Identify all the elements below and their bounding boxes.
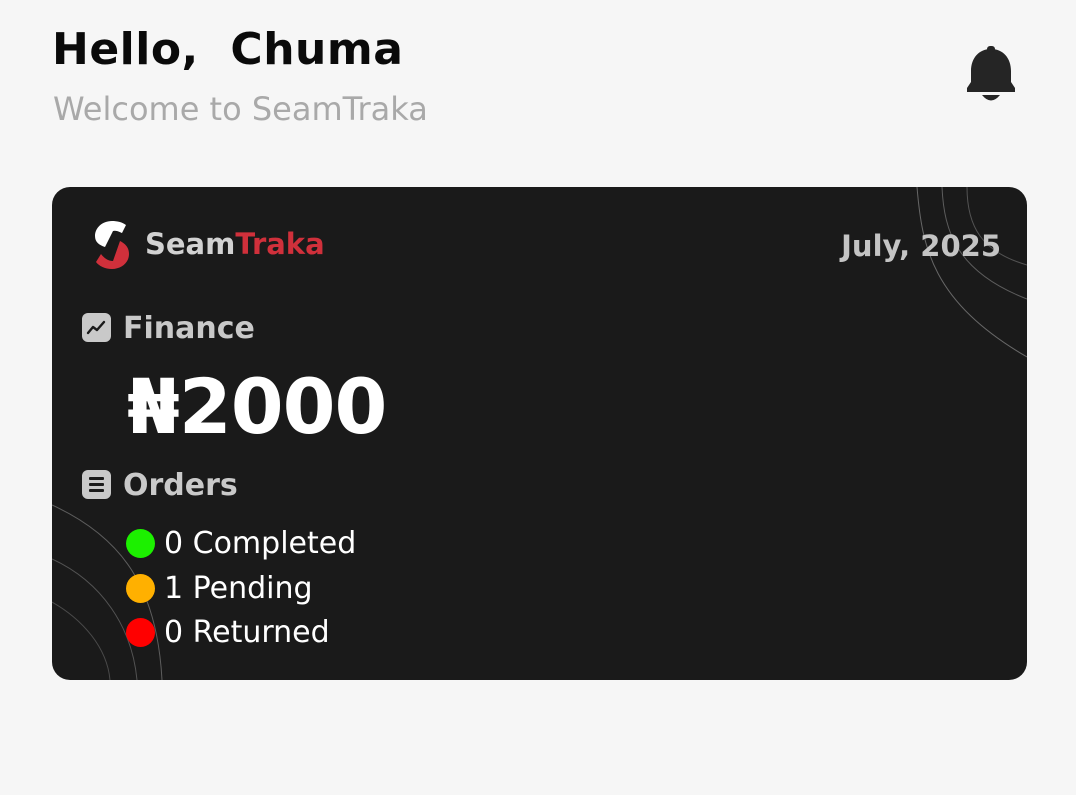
- status-pending: 1 Pending: [126, 568, 313, 608]
- seamtraka-logo: [92, 219, 132, 271]
- welcome-subtitle: Welcome to SeamTraka: [53, 90, 428, 128]
- period-date: July, 2025: [841, 229, 1001, 263]
- status-dot: [126, 617, 155, 647]
- status-text: 0 Returned: [164, 614, 330, 650]
- finance-amount: ₦2000: [127, 362, 387, 451]
- greeting-title: Hello, Chuma: [52, 24, 404, 75]
- list-icon: [82, 470, 111, 499]
- status-returned: 0 Returned: [126, 612, 330, 652]
- bell-icon[interactable]: [964, 44, 1018, 106]
- finance-label: Finance: [123, 311, 255, 346]
- status-dot: [126, 573, 155, 603]
- brand-name-part1: Seam: [145, 227, 236, 261]
- status-dot: [126, 528, 155, 558]
- brand-name-part2: Traka: [235, 227, 325, 261]
- orders-label: Orders: [123, 468, 238, 503]
- status-text: 0 Completed: [164, 525, 357, 561]
- status-text: 1 Pending: [164, 570, 313, 606]
- summary-card: SeamTraka July, 2025 Finance ₦2000 Order…: [52, 187, 1027, 680]
- trend-chart-icon: [82, 313, 111, 342]
- status-completed: 0 Completed: [126, 523, 356, 563]
- brand-name: SeamTraka: [145, 227, 325, 261]
